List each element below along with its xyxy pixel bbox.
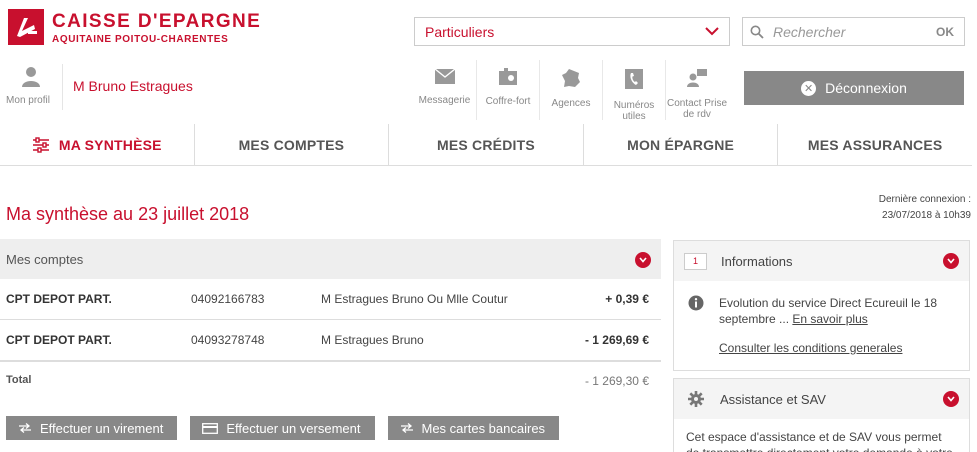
map-france-icon <box>562 69 580 87</box>
segment-select-value: Particuliers <box>425 24 495 40</box>
segment-select[interactable]: Particuliers <box>414 17 730 46</box>
nav-tab-label: MES ASSURANCES <box>807 137 943 153</box>
nav-tab-label: MON ÉPARGNE <box>627 137 735 153</box>
deposit-button[interactable]: Effectuer un versement <box>190 416 375 440</box>
cards-label: Mes cartes bancaires <box>421 420 546 436</box>
informations-body: Evolution du service Direct Ecureuil le … <box>674 281 969 356</box>
informations-panel: 1 Informations Evolution du service Dire… <box>673 240 970 371</box>
chevron-down-icon[interactable] <box>943 253 959 269</box>
chevron-down-icon <box>705 27 719 36</box>
nav-tab-comptes[interactable]: MES COMPTES <box>193 124 389 166</box>
tool-coffre-fort[interactable]: Coffre-fort <box>476 60 539 120</box>
sav-panel: Assistance et SAV Cet espace d'assistanc… <box>673 378 970 452</box>
last-connection: Dernière connexion : 23/07/2018 à 10h39 <box>879 192 971 224</box>
total-amount: - 1 269,30 € <box>584 374 649 388</box>
total-label: Total <box>6 374 32 386</box>
chevron-down-icon[interactable] <box>943 391 959 407</box>
sav-header[interactable]: Assistance et SAV <box>674 379 969 419</box>
cards-button[interactable]: Mes cartes bancaires <box>387 416 560 440</box>
tool-label: Numéros utiles <box>613 100 655 122</box>
logout-label: Déconnexion <box>825 80 907 96</box>
username: M Bruno Estragues <box>73 78 193 94</box>
transfer-arrows-icon <box>400 423 414 433</box>
accounts-header[interactable]: Mes comptes <box>0 239 661 279</box>
account-type: CPT DEPOT PART. <box>6 333 112 347</box>
tool-label: Agences <box>551 98 591 109</box>
tool-label: Coffre-fort <box>485 96 531 107</box>
nav-tab-assurances[interactable]: MES ASSURANCES <box>777 124 972 166</box>
tool-agences[interactable]: Agences <box>539 60 602 120</box>
informations-header[interactable]: 1 Informations <box>674 241 969 281</box>
brand-name: CAISSE D'EPARGNE <box>52 11 262 32</box>
account-owner: M Estragues Bruno Ou Mlle Coutur <box>321 292 508 306</box>
nav-tab-label: MA SYNTHÈSE <box>58 137 162 153</box>
safe-icon <box>499 68 517 85</box>
page-title: Ma synthèse au 23 juillet 2018 <box>6 204 250 224</box>
account-owner: M Estragues Bruno <box>321 333 424 347</box>
main-nav: MA SYNTHÈSE MES COMPTES MES CRÉDITS MON … <box>0 124 972 166</box>
learn-more-link[interactable]: En savoir plus <box>792 312 867 326</box>
search-input[interactable] <box>773 21 923 43</box>
nav-tab-epargne[interactable]: MON ÉPARGNE <box>582 124 778 166</box>
toolbar: Messagerie Coffre-fort Agences Numéros u… <box>413 60 728 122</box>
info-icon <box>688 295 704 311</box>
account-balance: - 1 269,69 € <box>584 333 649 347</box>
card-icon <box>202 422 219 434</box>
user-icon <box>22 67 40 87</box>
profile-divider <box>62 64 63 110</box>
transfer-arrows-icon <box>18 423 32 433</box>
account-actions: Effectuer un virement Effectuer un verse… <box>6 416 560 440</box>
chevron-down-icon[interactable] <box>635 252 651 268</box>
nav-tab-label: MES COMPTES <box>238 137 345 153</box>
accounts-title: Mes comptes <box>6 251 84 267</box>
sav-title: Assistance et SAV <box>720 391 826 407</box>
sliders-icon <box>32 137 50 153</box>
last-connection-label: Dernière connexion : <box>878 194 971 205</box>
tool-label: Messagerie <box>418 95 471 106</box>
close-icon: ✕ <box>801 80 817 96</box>
informations-title: Informations <box>721 253 793 269</box>
envelope-icon <box>434 68 455 84</box>
accounts-panel: Mes comptes CPT DEPOT PART. 04092166783 … <box>0 239 661 399</box>
search-box: OK <box>742 17 965 46</box>
account-row[interactable]: CPT DEPOT PART. 04092166783 M Estragues … <box>0 279 661 320</box>
transfer-button[interactable]: Effectuer un virement <box>6 416 178 440</box>
profile-link[interactable]: Mon profil <box>6 66 56 106</box>
transfer-label: Effectuer un virement <box>40 420 164 436</box>
account-type: CPT DEPOT PART. <box>6 292 112 306</box>
phone-icon <box>625 69 643 89</box>
brand-logo[interactable] <box>8 9 44 45</box>
nav-tab-synthese[interactable]: MA SYNTHÈSE <box>0 124 194 166</box>
accounts-total-row: Total - 1 269,30 € <box>0 361 661 399</box>
profile-label: Mon profil <box>6 95 50 106</box>
notification-count-badge: 1 <box>684 252 707 270</box>
deposit-label: Effectuer un versement <box>226 420 361 436</box>
account-balance: + 0,39 € <box>605 292 649 306</box>
search-icon <box>750 25 764 39</box>
nav-tab-label: MES CRÉDITS <box>437 137 535 153</box>
conditions-link[interactable]: Consulter les conditions generales <box>719 340 959 356</box>
gear-icon <box>688 391 704 407</box>
tool-contact-rdv[interactable]: Contact Prise de rdv <box>665 60 728 120</box>
account-number: 04093278748 <box>191 333 265 347</box>
contact-icon <box>687 69 707 87</box>
brand-region: AQUITAINE POITOU-CHARENTES <box>52 34 229 45</box>
tool-label: Contact Prise de rdv <box>666 98 728 120</box>
tool-numeros-utiles[interactable]: Numéros utiles <box>602 60 665 122</box>
account-number: 04092166783 <box>191 292 265 306</box>
sav-text: Cet espace d'assistance et de SAV vous p… <box>686 430 953 452</box>
search-ok-button[interactable]: OK <box>936 25 954 39</box>
nav-tab-credits[interactable]: MES CRÉDITS <box>388 124 583 166</box>
last-connection-value: 23/07/2018 à 10h39 <box>882 210 971 221</box>
squirrel-logo-icon <box>17 18 37 37</box>
logout-button[interactable]: ✕ Déconnexion <box>744 71 964 105</box>
account-row[interactable]: CPT DEPOT PART. 04093278748 M Estragues … <box>0 320 661 361</box>
tool-messagerie[interactable]: Messagerie <box>413 60 476 120</box>
